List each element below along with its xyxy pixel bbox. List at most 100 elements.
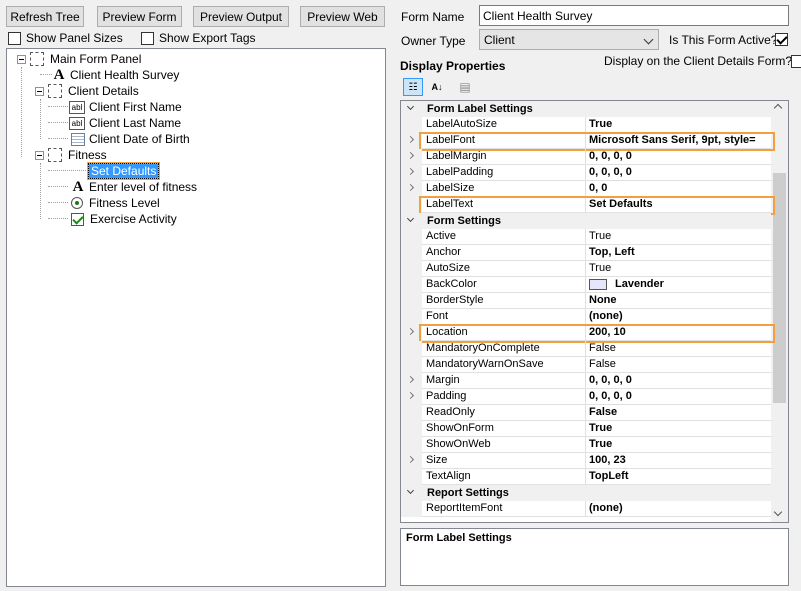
property-value[interactable]: Top, Left [586, 245, 771, 261]
tree-node-main-form-panel[interactable]: Main Form Panel [17, 51, 141, 67]
collapse-icon[interactable] [35, 150, 44, 160]
property-row-reportitemfont[interactable]: ReportItemFont (none) [401, 501, 771, 517]
property-name: ShowOnForm [422, 421, 586, 437]
chevron-right-icon[interactable] [406, 391, 415, 400]
chevron-right-icon[interactable] [406, 327, 415, 336]
form-name-label: Form Name [401, 10, 465, 24]
chevron-down-icon[interactable] [406, 486, 415, 495]
property-row-margin[interactable]: Margin 0, 0, 0, 0 [401, 373, 771, 389]
tree-node-enter-level[interactable]: A Enter level of fitness [71, 179, 197, 195]
collapse-icon[interactable] [35, 86, 44, 96]
show-export-tags-checkbox[interactable]: Show Export Tags [141, 31, 256, 45]
display-client-checkbox[interactable] [791, 55, 801, 68]
property-value[interactable]: False [586, 405, 771, 421]
property-row-backcolor[interactable]: BackColor Lavender [401, 277, 771, 293]
property-row-textalign[interactable]: TextAlign TopLeft [401, 469, 771, 485]
property-row-showonform[interactable]: ShowOnForm True [401, 421, 771, 437]
scroll-down-icon[interactable] [773, 507, 783, 517]
property-row-padding[interactable]: Padding 0, 0, 0, 0 [401, 389, 771, 405]
property-row-labelautosize[interactable]: LabelAutoSize True [401, 117, 771, 133]
property-value[interactable]: Set Defaults [586, 197, 771, 213]
checkbox-box[interactable] [141, 31, 154, 45]
property-row-font[interactable]: Font (none) [401, 309, 771, 325]
tree-node-client-health-survey[interactable]: A Client Health Survey [52, 67, 180, 83]
tree-node-client-dob[interactable]: Client Date of Birth [71, 131, 190, 147]
property-grid[interactable]: Form Label Settings LabelAutoSize True Labe… [400, 100, 789, 523]
scroll-thumb[interactable] [773, 173, 786, 403]
preview-form-button[interactable]: Preview Form [97, 6, 182, 27]
property-row-active[interactable]: Active True [401, 229, 771, 245]
property-row-labeltext[interactable]: LabelText Set Defaults [401, 197, 771, 213]
chevron-down-icon[interactable] [406, 102, 415, 111]
checkbox-box[interactable] [8, 31, 21, 45]
form-tree[interactable]: Main Form Panel A Client Health Survey C… [6, 48, 386, 587]
preview-web-button[interactable]: Preview Web [300, 6, 385, 27]
property-name: LabelPadding [422, 165, 586, 181]
chevron-right-icon[interactable] [406, 135, 415, 144]
form-name-input[interactable]: Client Health Survey [479, 5, 789, 26]
tree-node-client-last-name[interactable]: abl Client Last Name [69, 115, 181, 131]
chevron-down-icon[interactable] [406, 214, 415, 223]
tree-node-client-first-name[interactable]: abl Client First Name [69, 99, 182, 115]
property-value[interactable]: True [586, 117, 771, 133]
tree-node-exercise-activity[interactable]: Exercise Activity [71, 211, 177, 227]
property-value[interactable]: 200, 10 [586, 325, 771, 341]
property-value[interactable]: False [586, 357, 771, 373]
property-value[interactable]: True [586, 421, 771, 437]
property-value[interactable]: True [586, 261, 771, 277]
property-category[interactable]: Form Settings [401, 213, 771, 229]
scroll-up-icon[interactable] [773, 103, 783, 113]
property-row-size[interactable]: Size 100, 23 [401, 453, 771, 469]
property-value[interactable]: 0, 0 [586, 181, 771, 197]
chevron-right-icon[interactable] [406, 455, 415, 464]
property-value[interactable]: TopLeft [586, 469, 771, 485]
property-category[interactable]: Report Settings [401, 485, 771, 501]
property-name: Size [422, 453, 586, 469]
property-value[interactable]: 100, 23 [586, 453, 771, 469]
property-row-labelfont[interactable]: LabelFont Microsoft Sans Serif, 9pt, styl… [401, 133, 771, 149]
property-row-labelpadding[interactable]: LabelPadding 0, 0, 0, 0 [401, 165, 771, 181]
property-pages-icon[interactable]: ▤ [455, 78, 475, 96]
chevron-right-icon[interactable] [406, 375, 415, 384]
property-row-location[interactable]: Location 200, 10 [401, 325, 771, 341]
property-value[interactable]: True [586, 437, 771, 453]
property-value[interactable]: True [586, 229, 771, 245]
owner-type-select[interactable]: Client [479, 29, 659, 50]
property-row-borderstyle[interactable]: BorderStyle None [401, 293, 771, 309]
chevron-right-icon[interactable] [406, 167, 415, 176]
property-row-autosize[interactable]: AutoSize True [401, 261, 771, 277]
refresh-tree-button[interactable]: Refresh Tree [6, 6, 84, 27]
property-row-labelsize[interactable]: LabelSize 0, 0 [401, 181, 771, 197]
property-row-showonweb[interactable]: ShowOnWeb True [401, 437, 771, 453]
show-panel-sizes-checkbox[interactable]: Show Panel Sizes [8, 31, 123, 45]
property-value[interactable]: Microsoft Sans Serif, 9pt, style= [586, 133, 771, 149]
property-value[interactable]: 0, 0, 0, 0 [586, 165, 771, 181]
tree-node-client-details[interactable]: Client Details [35, 83, 139, 99]
property-value[interactable]: 0, 0, 0, 0 [586, 149, 771, 165]
property-row-anchor[interactable]: Anchor Top, Left [401, 245, 771, 261]
is-active-checkbox[interactable] [775, 33, 788, 46]
chevron-right-icon[interactable] [406, 183, 415, 192]
property-row-readonly[interactable]: ReadOnly False [401, 405, 771, 421]
property-value[interactable]: (none) [586, 501, 771, 517]
alphabetical-icon[interactable]: A↓ [427, 78, 447, 96]
property-category[interactable]: Form Label Settings [401, 101, 771, 117]
tree-node-label: Client First Name [89, 100, 182, 114]
property-row-mandatoryoncomplete[interactable]: MandatoryOnComplete False [401, 341, 771, 357]
property-row-mandatorywarnonsave[interactable]: MandatoryWarnOnSave False [401, 357, 771, 373]
tree-node-fitness[interactable]: Fitness [35, 147, 107, 163]
property-value[interactable]: False [586, 341, 771, 357]
property-row-labelmargin[interactable]: LabelMargin 0, 0, 0, 0 [401, 149, 771, 165]
tree-node-fitness-level[interactable]: Fitness Level [71, 195, 160, 211]
tree-node-set-defaults[interactable]: Set Defaults [87, 163, 160, 179]
property-value[interactable]: None [586, 293, 771, 309]
property-value[interactable]: 0, 0, 0, 0 [586, 373, 771, 389]
collapse-icon[interactable] [17, 54, 26, 64]
chevron-right-icon[interactable] [406, 151, 415, 160]
property-value[interactable]: (none) [586, 309, 771, 325]
radio-icon [71, 197, 83, 209]
property-value[interactable]: Lavender [586, 277, 771, 293]
property-value[interactable]: 0, 0, 0, 0 [586, 389, 771, 405]
categorized-icon[interactable]: ☷ [403, 78, 423, 96]
preview-output-button[interactable]: Preview Output [193, 6, 289, 27]
